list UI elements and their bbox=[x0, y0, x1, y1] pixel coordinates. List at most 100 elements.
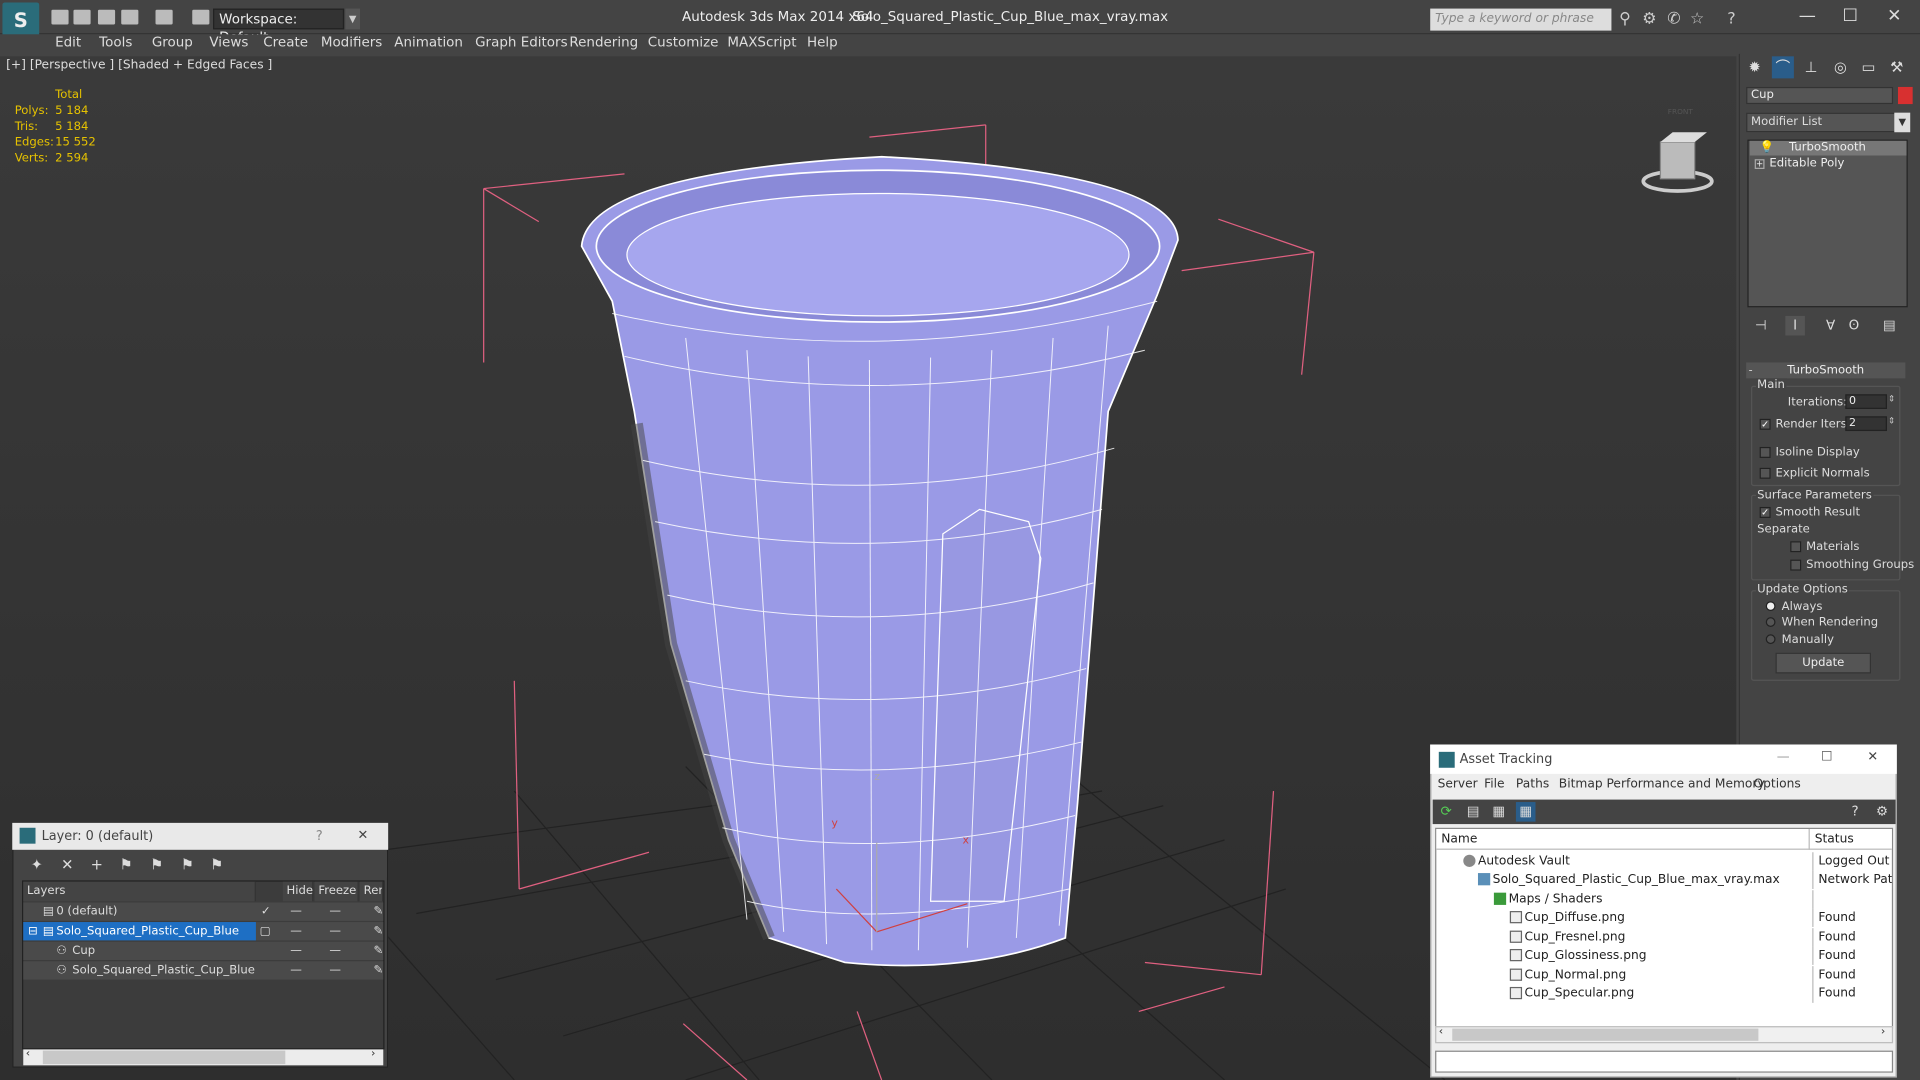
asset-row[interactable]: Cup_Specular.png Found bbox=[1436, 984, 1892, 1003]
hide-all-icon[interactable]: ⚑ bbox=[178, 855, 198, 875]
menu-graph-editors[interactable]: Graph Editors bbox=[475, 34, 567, 51]
column-name[interactable]: Name bbox=[1436, 828, 1809, 850]
render-toggle[interactable]: ✎ bbox=[373, 942, 383, 960]
asset-row[interactable]: Cup_Normal.png Found bbox=[1436, 966, 1892, 985]
menu-options[interactable]: Options bbox=[1753, 778, 1800, 791]
modifier-list-dropdown[interactable]: Modifier List bbox=[1746, 112, 1898, 133]
object-color-swatch[interactable] bbox=[1897, 86, 1913, 105]
freeze-toggle[interactable]: — bbox=[329, 922, 341, 940]
minimize-button[interactable]: — bbox=[1777, 749, 1790, 764]
menu-maxscript[interactable]: MAXScript bbox=[727, 34, 796, 51]
column-render[interactable]: Ren bbox=[360, 881, 384, 902]
undo-icon[interactable] bbox=[121, 9, 139, 25]
column-freeze[interactable]: Freeze bbox=[314, 881, 359, 902]
create-layer-icon[interactable]: ✦ bbox=[27, 855, 47, 875]
make-unique-icon[interactable]: ∀ bbox=[1821, 316, 1841, 336]
layer-row[interactable]: ⚇ Cup — — ✎ bbox=[23, 941, 384, 961]
modify-tab-icon[interactable]: ⌒ bbox=[1771, 56, 1794, 79]
detail-view-icon[interactable]: ▦ bbox=[1489, 802, 1509, 822]
chevron-left-icon[interactable]: ‹ bbox=[1439, 1026, 1443, 1038]
update-button[interactable]: Update bbox=[1775, 652, 1872, 674]
asset-row[interactable]: Maps / Shaders bbox=[1436, 890, 1892, 909]
scroll-thumb[interactable] bbox=[42, 1050, 286, 1065]
render-iters-spinner[interactable]: 2 bbox=[1845, 416, 1887, 432]
render-toggle[interactable]: ✎ bbox=[373, 961, 383, 979]
refresh-icon[interactable]: ⟳ bbox=[1436, 802, 1456, 822]
viewcube-icon[interactable] bbox=[1641, 132, 1714, 193]
motion-tab-icon[interactable]: ◎ bbox=[1829, 56, 1851, 78]
explicit-normals-checkbox[interactable] bbox=[1759, 467, 1771, 479]
render-toggle[interactable]: ✎ bbox=[373, 902, 383, 920]
create-tab-icon[interactable]: ✹ bbox=[1744, 56, 1766, 78]
hide-toggle[interactable]: — bbox=[290, 902, 302, 920]
chevron-down-icon[interactable]: ▼ bbox=[345, 8, 361, 30]
menu-modifiers[interactable]: Modifiers bbox=[321, 34, 382, 51]
materials-checkbox[interactable] bbox=[1790, 541, 1802, 553]
open-file-icon[interactable] bbox=[73, 9, 91, 25]
settings-icon[interactable]: ⚙ bbox=[1872, 802, 1892, 822]
maximize-button[interactable]: ☐ bbox=[1838, 5, 1862, 27]
hide-toggle[interactable]: — bbox=[290, 942, 302, 960]
stack-item-editable-poly[interactable]: + Editable Poly bbox=[1750, 157, 1907, 172]
freeze-toggle[interactable]: — bbox=[329, 902, 341, 920]
cup-mesh[interactable] bbox=[580, 155, 1179, 967]
column-layers[interactable]: Layers bbox=[23, 881, 256, 902]
delete-layer-icon[interactable]: ✕ bbox=[58, 855, 78, 875]
freeze-all-icon[interactable]: ⚑ bbox=[207, 855, 227, 875]
chevron-right-icon[interactable]: › bbox=[1881, 1026, 1885, 1038]
close-button[interactable]: ✕ bbox=[1867, 749, 1878, 764]
layer-row[interactable]: ▤ 0 (default) ✓ — — ✎ bbox=[23, 902, 384, 921]
column-hide[interactable]: Hide bbox=[282, 881, 314, 902]
asset-row[interactable]: Autodesk Vault Logged Out ... bbox=[1436, 852, 1892, 871]
project-folder-icon[interactable] bbox=[192, 9, 210, 25]
freeze-toggle[interactable]: — bbox=[329, 961, 341, 979]
asset-row[interactable]: Solo_Squared_Plastic_Cup_Blue_max_vray.m… bbox=[1436, 870, 1892, 889]
menu-paths[interactable]: Paths bbox=[1516, 778, 1549, 791]
remove-modifier-icon[interactable]: ʘ bbox=[1844, 316, 1864, 336]
list-view-icon[interactable]: ▤ bbox=[1463, 802, 1483, 822]
freeze-toggle[interactable]: — bbox=[329, 942, 341, 960]
collapse-icon[interactable]: - bbox=[1749, 365, 1753, 377]
menu-create[interactable]: Create bbox=[263, 34, 308, 51]
rollout-turbosmooth[interactable]: TurboSmooth bbox=[1746, 362, 1906, 379]
render-iters-checkbox[interactable]: ✓ bbox=[1759, 418, 1771, 430]
collapse-icon[interactable]: ⊟ bbox=[28, 922, 38, 940]
display-tab-icon[interactable]: ▭ bbox=[1858, 56, 1880, 78]
search-input[interactable]: Type a keyword or phrase bbox=[1430, 8, 1612, 31]
menu-help[interactable]: Help bbox=[807, 34, 838, 51]
menu-group[interactable]: Group bbox=[152, 34, 193, 51]
show-end-result-icon[interactable]: I bbox=[1785, 315, 1805, 336]
always-radio[interactable] bbox=[1765, 601, 1776, 612]
column-status[interactable]: Status bbox=[1808, 828, 1892, 850]
chevron-left-icon[interactable]: ‹ bbox=[26, 1048, 30, 1060]
pin-stack-icon[interactable]: ⊣ bbox=[1751, 316, 1771, 336]
active-check-icon[interactable]: ✓ bbox=[261, 902, 271, 920]
spinner-arrows-icon[interactable]: ⇕ bbox=[1888, 416, 1895, 426]
when-rendering-radio[interactable] bbox=[1765, 617, 1776, 627]
stack-item-turbosmooth[interactable]: 💡 TurboSmooth bbox=[1749, 140, 1907, 156]
save-file-icon[interactable] bbox=[97, 9, 116, 25]
asset-row[interactable]: Cup_Glossiness.png Found bbox=[1436, 946, 1892, 965]
render-toggle[interactable]: ✎ bbox=[373, 922, 383, 940]
redo-icon[interactable] bbox=[155, 9, 173, 25]
spinner-arrows-icon[interactable]: ⇕ bbox=[1888, 394, 1895, 404]
help-icon[interactable]: ? bbox=[1845, 802, 1865, 822]
object-name-field[interactable]: Cup bbox=[1746, 86, 1894, 105]
menu-customize[interactable]: Customize bbox=[648, 34, 719, 51]
add-to-layer-icon[interactable]: + bbox=[87, 855, 107, 875]
layer-row[interactable]: ⚇ Solo_Squared_Plastic_Cup_Blue — — ✎ bbox=[23, 961, 384, 980]
chevron-right-icon[interactable]: › bbox=[371, 1048, 375, 1060]
manually-radio[interactable] bbox=[1765, 634, 1776, 645]
menu-server[interactable]: Server bbox=[1438, 778, 1478, 791]
binoculars-icon[interactable]: ⚲ bbox=[1616, 10, 1633, 28]
chevron-down-icon[interactable]: ▼ bbox=[1894, 112, 1911, 133]
close-button[interactable]: ✕ bbox=[358, 828, 369, 843]
minimize-button[interactable]: — bbox=[1795, 5, 1819, 27]
asset-row[interactable]: Cup_Diffuse.png Found bbox=[1436, 908, 1892, 927]
menu-file[interactable]: File bbox=[1484, 778, 1504, 791]
asset-row[interactable]: Cup_Fresnel.png Found bbox=[1436, 928, 1892, 947]
hierarchy-tab-icon[interactable]: ⊥ bbox=[1800, 56, 1822, 78]
menu-views[interactable]: Views bbox=[209, 34, 248, 51]
smooth-result-checkbox[interactable]: ✓ bbox=[1759, 506, 1771, 518]
utilities-tab-icon[interactable]: ⚒ bbox=[1886, 56, 1908, 78]
